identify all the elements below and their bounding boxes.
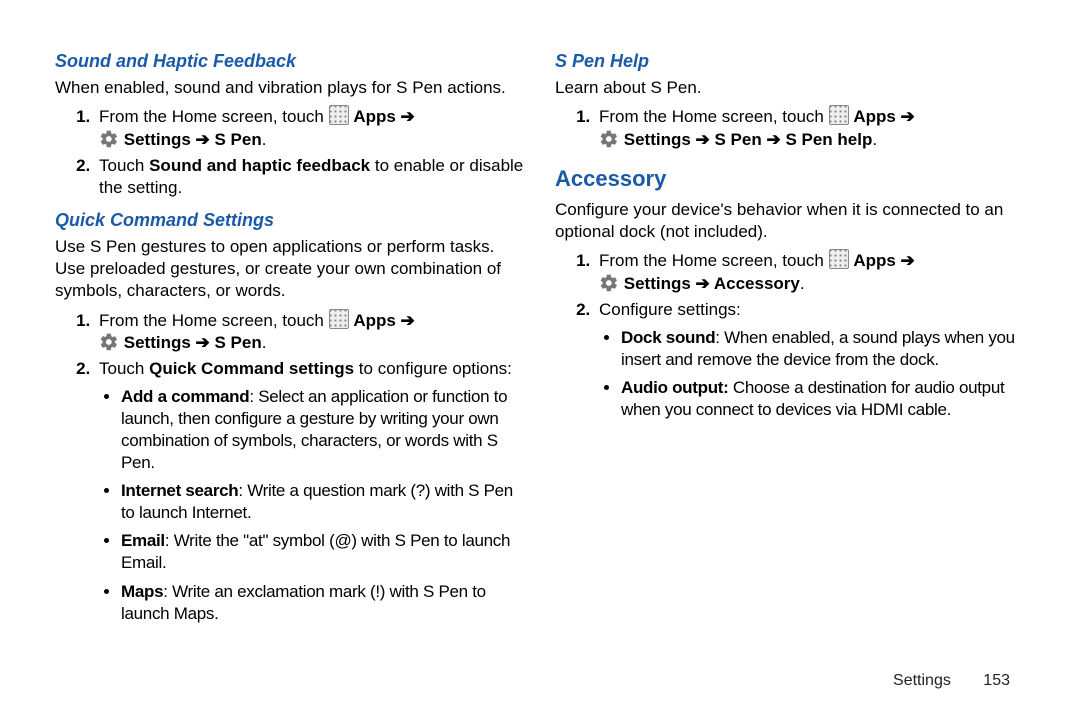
list-item: From the Home screen, touch Apps ➔ Setti…	[595, 105, 1025, 150]
list-item: Dock sound: When enabled, a sound plays …	[621, 327, 1025, 371]
spen-label: S Pen	[715, 130, 762, 149]
step-text: Configure settings:	[599, 300, 741, 319]
step-text: Touch	[99, 156, 149, 175]
bullet-desc: : Write the "at" symbol (@) with S Pen t…	[121, 531, 510, 572]
period: .	[800, 274, 805, 293]
left-column: Sound and Haptic Feedback When enabled, …	[55, 40, 525, 631]
spen-label: S Pen	[215, 130, 262, 149]
heading-sound-haptic: Sound and Haptic Feedback	[55, 50, 525, 73]
apps-icon	[829, 105, 849, 125]
arrow: ➔	[691, 274, 714, 293]
bold-text: Add a command	[121, 387, 249, 406]
list-item: Add a command: Select an application or …	[121, 386, 525, 474]
spenhelp-label: S Pen help	[785, 130, 872, 149]
footer-page-number: 153	[983, 672, 1010, 689]
quick-intro: Use S Pen gestures to open applications …	[55, 236, 525, 302]
step-text: From the Home screen, touch	[599, 107, 829, 126]
arrow: ➔	[191, 333, 215, 352]
list-item: From the Home screen, touch Apps ➔ Setti…	[595, 249, 1025, 294]
list-item: Touch Quick Command settings to configur…	[95, 358, 525, 625]
apps-label: Apps	[353, 311, 396, 330]
arrow: ➔	[762, 130, 786, 149]
sound-steps: From the Home screen, touch Apps ➔ Setti…	[55, 105, 525, 198]
list-item: Email: Write the "at" symbol (@) with S …	[121, 530, 525, 574]
list-item: Audio output: Choose a destination for a…	[621, 377, 1025, 421]
accessory-label: Accessory	[714, 274, 800, 293]
bold-text: Dock sound	[621, 328, 715, 347]
bold-text: Sound and haptic feedback	[149, 156, 370, 175]
arrow: ➔	[396, 107, 415, 126]
page-footer: Settings 153	[893, 671, 1010, 692]
accessory-bullets: Dock sound: When enabled, a sound plays …	[599, 327, 1025, 421]
footer-section: Settings	[893, 672, 951, 689]
arrow: ➔	[896, 107, 915, 126]
period: .	[262, 130, 267, 149]
settings-icon	[99, 129, 119, 149]
arrow: ➔	[691, 130, 715, 149]
bold-text: Quick Command settings	[149, 359, 354, 378]
accessory-intro: Configure your device's behavior when it…	[555, 199, 1025, 243]
arrow: ➔	[396, 311, 415, 330]
settings-icon	[599, 273, 619, 293]
apps-label: Apps	[353, 107, 396, 126]
settings-icon	[99, 332, 119, 352]
list-item: From the Home screen, touch Apps ➔ Setti…	[95, 309, 525, 354]
step-text: Touch	[99, 359, 149, 378]
settings-label: Settings	[624, 130, 691, 149]
step-text: From the Home screen, touch	[599, 251, 829, 270]
step-text: From the Home screen, touch	[99, 311, 329, 330]
spenhelp-intro: Learn about S Pen.	[555, 77, 1025, 99]
period: .	[872, 130, 877, 149]
spen-label: S Pen	[215, 333, 262, 352]
bullet-desc: : Write an exclamation mark (!) with S P…	[121, 582, 486, 623]
accessory-steps: From the Home screen, touch Apps ➔ Setti…	[555, 249, 1025, 421]
apps-icon	[329, 309, 349, 329]
spenhelp-steps: From the Home screen, touch Apps ➔ Setti…	[555, 105, 1025, 150]
settings-icon	[599, 129, 619, 149]
step-text: From the Home screen, touch	[99, 107, 329, 126]
settings-label: Settings	[124, 333, 191, 352]
heading-quick-command: Quick Command Settings	[55, 209, 525, 232]
bold-text: Maps	[121, 582, 163, 601]
list-item: Touch Sound and haptic feedback to enabl…	[95, 155, 525, 199]
right-column: S Pen Help Learn about S Pen. From the H…	[555, 40, 1025, 631]
list-item: Internet search: Write a question mark (…	[121, 480, 525, 524]
heading-spen-help: S Pen Help	[555, 50, 1025, 73]
quick-steps: From the Home screen, touch Apps ➔ Setti…	[55, 309, 525, 625]
period: .	[262, 333, 267, 352]
step-text: to configure options:	[354, 359, 512, 378]
list-item: From the Home screen, touch Apps ➔ Setti…	[95, 105, 525, 150]
list-item: Configure settings: Dock sound: When ena…	[595, 299, 1025, 421]
settings-label: Settings	[624, 274, 691, 293]
apps-label: Apps	[853, 107, 896, 126]
arrow: ➔	[896, 251, 915, 270]
bold-text: Internet search	[121, 481, 238, 500]
apps-icon	[329, 105, 349, 125]
apps-icon	[829, 249, 849, 269]
list-item: Maps: Write an exclamation mark (!) with…	[121, 581, 525, 625]
bold-text: Audio output:	[621, 378, 729, 397]
manual-page: Sound and Haptic Feedback When enabled, …	[0, 0, 1080, 651]
apps-label: Apps	[853, 251, 896, 270]
settings-label: Settings	[124, 130, 191, 149]
heading-accessory: Accessory	[555, 165, 1025, 194]
arrow: ➔	[191, 130, 215, 149]
bold-text: Email	[121, 531, 165, 550]
sound-intro: When enabled, sound and vibration plays …	[55, 77, 525, 99]
quick-bullets: Add a command: Select an application or …	[99, 386, 525, 625]
